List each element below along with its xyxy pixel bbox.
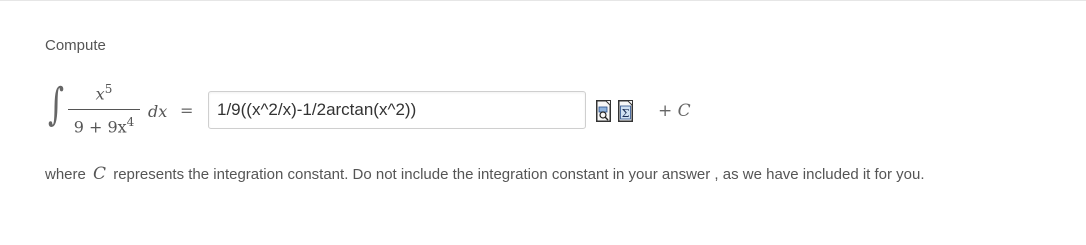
prompt-label: Compute <box>45 37 106 54</box>
integral-sign: ∫ <box>48 79 65 130</box>
denominator-text: 9 + 9x <box>73 117 127 137</box>
numerator-exponent: 5 <box>104 82 113 96</box>
footer-suffix: represents the integration constant. Do … <box>113 166 925 183</box>
answer-input[interactable] <box>208 91 586 129</box>
denominator-exponent: 4 <box>126 115 135 129</box>
constant-symbol: C <box>677 101 691 121</box>
footer-prefix: where <box>45 166 86 183</box>
plus-constant: + C <box>658 101 691 121</box>
integrand-fraction: x5 9 + 9x4 <box>68 82 140 142</box>
footer-constant-symbol: C <box>93 164 107 184</box>
problem-page: Compute ∫ x5 9 + 9x4 dx = Σ + C where C … <box>0 0 1086 245</box>
differential: dx <box>148 102 168 121</box>
sigma-icon[interactable]: Σ <box>618 100 633 122</box>
svg-text:Σ: Σ <box>622 107 630 120</box>
integrand-denominator: 9 + 9x4 <box>68 115 140 136</box>
plus-sign: + <box>658 101 673 121</box>
equals-sign: = <box>180 101 194 120</box>
preview-icon[interactable] <box>596 100 611 122</box>
top-divider <box>0 0 1086 1</box>
numerator-base: x <box>95 84 105 104</box>
integrand-numerator: x5 <box>68 82 140 103</box>
footer-note: where C represents the integration const… <box>45 164 925 184</box>
fraction-bar <box>68 109 140 110</box>
